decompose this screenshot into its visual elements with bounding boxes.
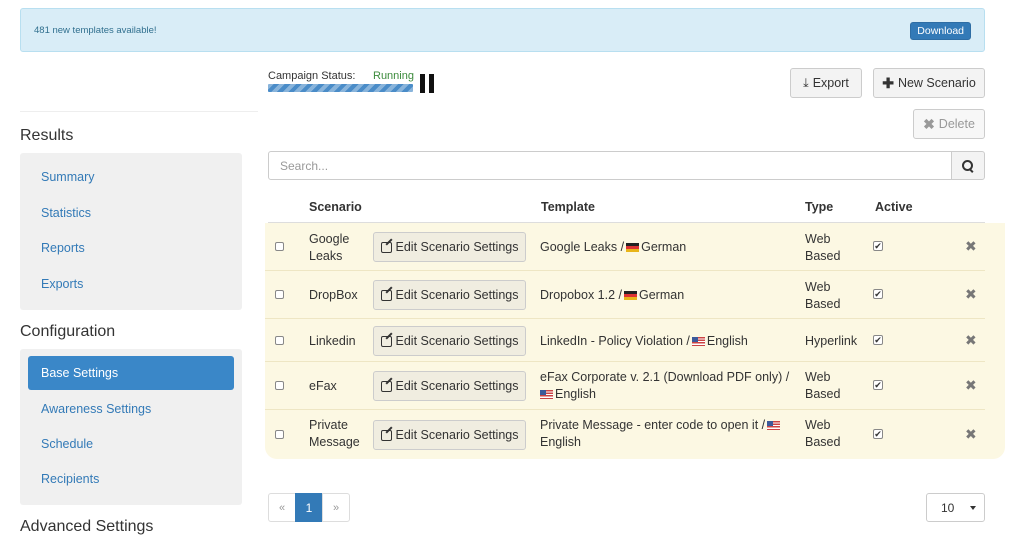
- results-heading: Results: [20, 127, 74, 144]
- edit-icon: [380, 380, 392, 392]
- x-icon: ✖: [923, 115, 935, 132]
- templates-banner: 481 new templates available! Download: [20, 8, 985, 52]
- pagination-prev[interactable]: «: [268, 493, 296, 522]
- sidebar-item-base-settings[interactable]: Base Settings: [28, 356, 234, 390]
- us-flag-icon: [767, 421, 781, 430]
- row-select-checkbox[interactable]: [275, 430, 284, 439]
- sidebar-item-reports[interactable]: Reports: [28, 231, 234, 265]
- per-page-select[interactable]: 10: [926, 493, 985, 522]
- pause-icon[interactable]: [420, 74, 434, 93]
- us-flag-icon: [540, 390, 553, 399]
- table-row: Linkedin Edit Scenario Settings LinkedIn…: [265, 319, 985, 362]
- col-header-type[interactable]: Type: [805, 200, 833, 214]
- scenario-name: DropBox: [309, 288, 358, 302]
- pagination: « 1 »: [268, 493, 350, 522]
- campaign-status-label: Campaign Status:: [268, 70, 356, 82]
- delete-row-icon[interactable]: ✖: [965, 426, 977, 443]
- edit-scenario-settings-button[interactable]: Edit Scenario Settings: [373, 420, 526, 450]
- table-row: Google Leaks Edit Scenario Settings Googl…: [265, 223, 985, 271]
- banner-text: 481 new templates available!: [34, 25, 157, 36]
- template-name: LinkedIn - Policy Violation / English: [540, 334, 748, 348]
- edit-icon: [380, 335, 392, 347]
- chevron-down-icon: [970, 506, 976, 510]
- sidebar-item-recipients[interactable]: Recipients: [28, 462, 234, 496]
- search-icon: [962, 159, 974, 172]
- delete-row-icon[interactable]: ✖: [965, 286, 977, 303]
- sidebar-divider: [20, 111, 258, 112]
- delete-row-icon[interactable]: ✖: [965, 238, 977, 255]
- active-checkbox[interactable]: ✔: [873, 429, 883, 439]
- table-row: eFax Edit Scenario Settings eFax Corpora…: [265, 362, 985, 410]
- template-name: Dropobox 1.2 /German: [540, 288, 685, 302]
- sidebar-item-statistics[interactable]: Statistics: [28, 196, 234, 230]
- scenario-name: eFax: [309, 379, 337, 393]
- edit-scenario-settings-button[interactable]: Edit Scenario Settings: [373, 371, 526, 401]
- table-row: Private Message Edit Scenario Settings Pr…: [265, 410, 985, 457]
- sidebar-item-awareness-settings[interactable]: Awareness Settings: [28, 392, 234, 426]
- col-header-scenario[interactable]: Scenario: [309, 200, 362, 214]
- edit-scenario-settings-button[interactable]: Edit Scenario Settings: [373, 326, 526, 356]
- active-checkbox[interactable]: ✔: [873, 380, 883, 390]
- download-button[interactable]: Download: [910, 22, 971, 40]
- advanced-settings-heading[interactable]: Advanced Settings: [20, 518, 153, 536]
- scenario-name: Private Message: [309, 418, 360, 449]
- template-name: Google Leaks / German: [540, 240, 687, 254]
- scenario-type: Web Based: [805, 280, 841, 311]
- scenario-name: Linkedin: [309, 334, 356, 348]
- plus-icon: ✚: [882, 74, 894, 91]
- scenario-type: Web Based: [805, 232, 841, 263]
- table-row: DropBox Edit Scenario Settings Dropobox …: [265, 271, 985, 319]
- sidebar-item-exports[interactable]: Exports: [28, 267, 234, 301]
- pagination-next[interactable]: »: [322, 493, 350, 522]
- edit-icon: [380, 241, 392, 253]
- row-select-checkbox[interactable]: [275, 381, 284, 390]
- col-header-active[interactable]: Active: [875, 200, 913, 214]
- us-flag-icon: [691, 337, 705, 346]
- german-flag-icon: [626, 243, 640, 252]
- campaign-progress-bar: [268, 84, 413, 92]
- edit-icon: [380, 429, 392, 441]
- sidebar-item-schedule[interactable]: Schedule: [28, 427, 234, 461]
- template-name: eFax Corporate v. 2.1 (Download PDF only…: [540, 370, 790, 401]
- configuration-nav: Base Settings Awareness Settings Schedul…: [20, 349, 242, 505]
- delete-button[interactable]: ✖ Delete: [913, 109, 985, 139]
- export-button[interactable]: ⤓ Export: [790, 68, 862, 98]
- search-input[interactable]: [268, 151, 952, 180]
- scenario-type: Web Based: [805, 418, 841, 449]
- export-icon: ⤓: [803, 75, 809, 90]
- configuration-heading: Configuration: [20, 323, 116, 340]
- active-checkbox[interactable]: ✔: [873, 335, 883, 345]
- results-nav: Summary Statistics Reports Exports: [20, 153, 242, 310]
- row-select-checkbox[interactable]: [275, 336, 284, 345]
- scenario-type: Web Based: [805, 370, 841, 401]
- new-scenario-button[interactable]: ✚ New Scenario: [873, 68, 985, 98]
- sidebar-item-summary[interactable]: Summary: [28, 160, 234, 194]
- edit-icon: [380, 289, 392, 301]
- scenario-table-body: Google Leaks Edit Scenario Settings Googl…: [265, 223, 1005, 459]
- template-name: Private Message - enter code to open it …: [540, 417, 790, 451]
- german-flag-icon: [624, 291, 637, 300]
- edit-scenario-settings-button[interactable]: Edit Scenario Settings: [373, 232, 526, 262]
- delete-row-icon[interactable]: ✖: [965, 332, 977, 349]
- row-select-checkbox[interactable]: [275, 242, 284, 251]
- scenario-name: Google Leaks: [309, 232, 350, 263]
- pagination-page-1[interactable]: 1: [295, 493, 323, 522]
- campaign-status-value: Running: [373, 70, 414, 82]
- active-checkbox[interactable]: ✔: [873, 289, 883, 299]
- col-header-template[interactable]: Template: [541, 200, 595, 214]
- delete-row-icon[interactable]: ✖: [965, 377, 977, 394]
- edit-scenario-settings-button[interactable]: Edit Scenario Settings: [373, 280, 526, 310]
- active-checkbox[interactable]: ✔: [873, 241, 883, 251]
- search-button[interactable]: [951, 151, 985, 180]
- row-select-checkbox[interactable]: [275, 290, 284, 299]
- scenario-type: Hyperlink: [805, 334, 858, 348]
